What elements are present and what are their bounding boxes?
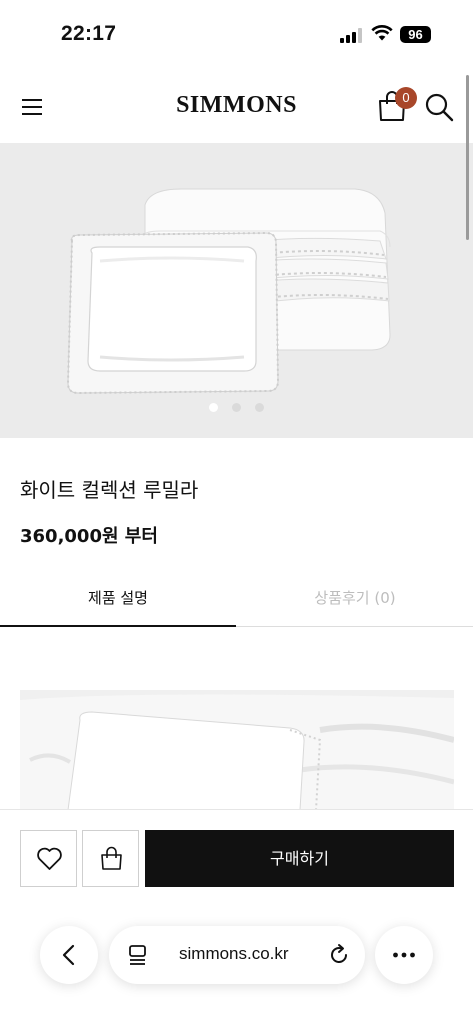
site-header: SIMMONS 0 [0,70,473,143]
tab-reviews[interactable]: 상품후기 (0) [237,572,473,627]
tab-product-description[interactable]: 제품 설명 [0,572,236,627]
reader-mode-icon[interactable] [127,943,149,967]
browser-address-bar[interactable]: simmons.co.kr [109,926,365,984]
browser-url[interactable]: simmons.co.kr [179,944,289,964]
browser-more-button[interactable] [375,926,433,984]
purchase-action-bar: 구매하기 [0,809,473,1024]
search-icon[interactable] [424,92,454,122]
carousel-dot[interactable] [232,403,241,412]
product-title: 화이트 컬렉션 루밀라 [20,478,199,502]
buy-button[interactable]: 구매하기 [145,830,454,887]
carousel-dot[interactable] [255,403,264,412]
carousel-indicator [0,403,473,412]
browser-back-button[interactable] [40,926,98,984]
product-image-carousel[interactable] [0,143,473,438]
chevron-left-icon [62,944,75,966]
add-to-cart-button[interactable] [82,830,139,887]
cart-count-badge: 0 [395,87,417,109]
shopping-bag-icon [101,846,122,870]
wishlist-button[interactable] [20,830,77,887]
product-bedding-image [66,188,391,395]
page-scrollbar[interactable] [466,75,469,240]
product-tabs: 제품 설명 상품후기 (0) [0,572,473,627]
heart-icon [37,847,62,870]
wifi-icon [371,25,393,41]
more-options-icon [393,952,415,958]
battery-icon: 96 [400,26,431,43]
status-bar: 22:17 96 [0,0,473,70]
reload-icon[interactable] [327,943,351,967]
product-price: 360,000원 부터 [20,526,158,547]
cellular-signal-icon [340,28,364,43]
status-time: 22:17 [61,22,117,45]
carousel-dot-active[interactable] [209,403,218,412]
product-detail-image [20,690,454,810]
